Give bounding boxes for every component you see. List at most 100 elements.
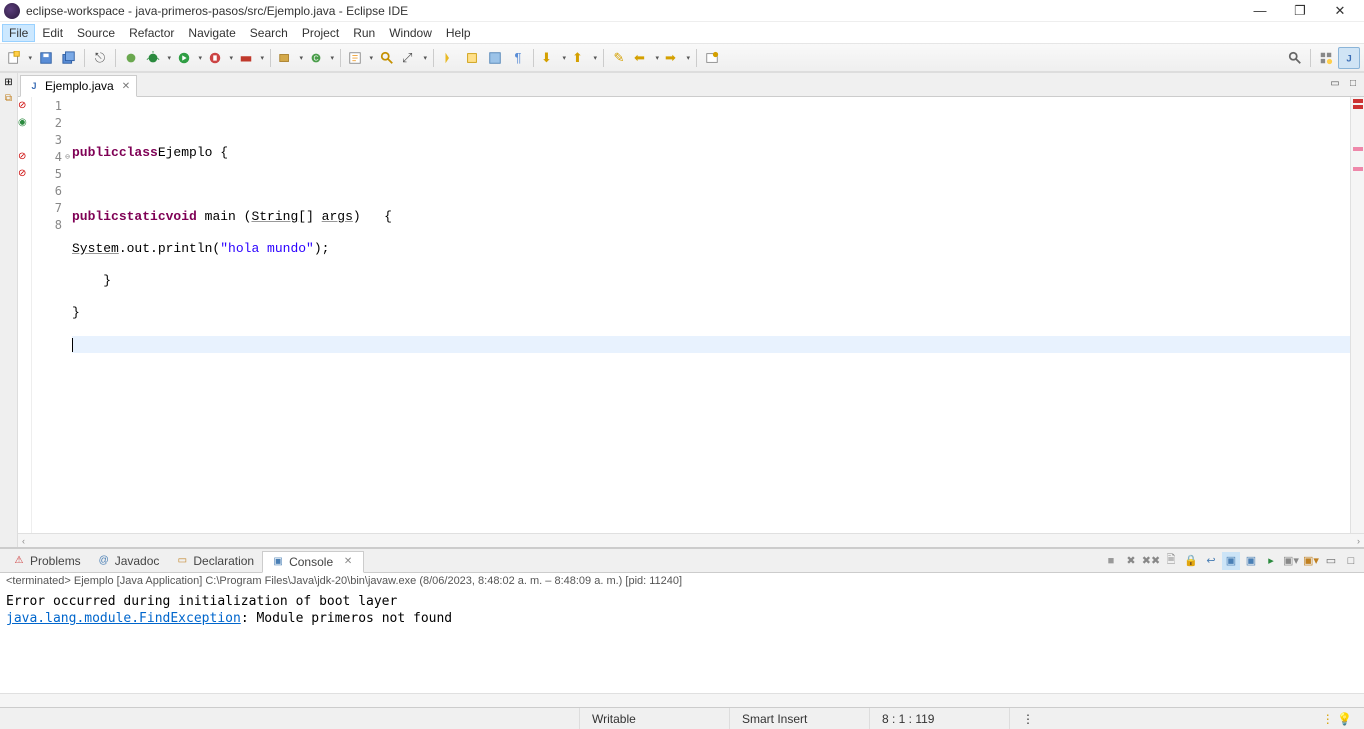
window-title: eclipse-workspace - java-primeros-pasos/… — [26, 4, 408, 18]
annotation-nav-button[interactable]: ⤢ — [399, 47, 429, 69]
close-tab-icon[interactable]: ✕ — [341, 555, 355, 569]
save-button[interactable] — [35, 47, 57, 69]
new-java-class-button[interactable]: C — [306, 47, 336, 69]
debug-button[interactable] — [143, 47, 173, 69]
remove-launch-button[interactable]: ✖ — [1122, 552, 1140, 570]
exception-link[interactable]: java.lang.module.FindException — [6, 611, 241, 626]
text-cursor — [72, 338, 73, 352]
editor-tab-label: Ejemplo.java — [45, 79, 114, 93]
close-button[interactable]: ✕ — [1320, 1, 1360, 21]
open-type-button[interactable] — [345, 47, 375, 69]
toggle-breadcrumb-button[interactable]: ⎋ — [89, 47, 111, 69]
console-toolbar: ■ ✖ ✖✖ 🗎 🔒 ↩ ▣ ▣ ▸ ▣▾ ▣▾ ▭ □ — [1102, 552, 1360, 570]
overview-ruler[interactable] — [1350, 97, 1364, 533]
console-output[interactable]: Error occurred during initialization of … — [0, 591, 1364, 693]
type-name: String — [251, 209, 298, 224]
tab-console[interactable]: ▣ Console ✕ — [262, 551, 364, 573]
menu-source[interactable]: Source — [70, 24, 122, 42]
status-empty: ⋮ — [1010, 708, 1040, 729]
restore-view-icon[interactable]: ⊞ — [2, 75, 16, 89]
editor-body[interactable]: ⊘ ◉ ⊘ ⊘ 1 2 3 4⊖ 5 6 7 8 public class Ej… — [18, 97, 1364, 533]
prev-annotation-button[interactable]: ⬆ — [569, 47, 599, 69]
pin-console-button[interactable]: ▣ — [1242, 552, 1260, 570]
error-marker-icon: ⊘ — [18, 151, 26, 162]
new-console-button[interactable]: ▣▾ — [1302, 552, 1320, 570]
view-minimize-icon[interactable]: ▭ — [1322, 552, 1340, 570]
declaration-icon: ▭ — [175, 554, 189, 568]
new-button[interactable] — [4, 47, 34, 69]
status-insert: Smart Insert — [730, 708, 870, 729]
code-text: ) { — [353, 209, 392, 224]
tab-label: Javadoc — [115, 554, 160, 568]
code-text: main ( — [197, 209, 252, 224]
next-annotation-button[interactable]: ⬇ — [538, 47, 568, 69]
back-button[interactable]: ⬅ — [631, 47, 661, 69]
status-tip-icon[interactable]: ⋮ 💡 — [1310, 708, 1364, 729]
line-number: 3 — [55, 133, 62, 147]
menu-search[interactable]: Search — [243, 24, 295, 42]
menu-project[interactable]: Project — [295, 24, 346, 42]
open-perspective-button[interactable] — [1315, 47, 1337, 69]
menu-navigate[interactable]: Navigate — [181, 24, 242, 42]
scroll-lock-button[interactable]: 🔒 — [1182, 552, 1200, 570]
line-number: 2 — [55, 116, 62, 130]
console-line: java.lang.module.FindException: Module p… — [6, 610, 1358, 627]
new-java-package-button[interactable] — [275, 47, 305, 69]
show-console-button[interactable]: ▣ — [1222, 552, 1240, 570]
close-tab-icon[interactable]: ✕ — [122, 81, 130, 92]
toggle-block-button[interactable] — [461, 47, 483, 69]
remove-all-button[interactable]: ✖✖ — [1142, 552, 1160, 570]
keyword: class — [119, 145, 158, 160]
word-wrap-button[interactable]: ↩ — [1202, 552, 1220, 570]
java-perspective-button[interactable]: J — [1338, 47, 1360, 69]
maximize-button[interactable]: ❐ — [1280, 1, 1320, 21]
tab-label: Problems — [30, 554, 81, 568]
console-header: <terminated> Ejemplo [Java Application] … — [0, 573, 1364, 591]
menu-window[interactable]: Window — [382, 24, 439, 42]
external-tools-button[interactable] — [236, 47, 266, 69]
menu-edit[interactable]: Edit — [35, 24, 70, 42]
package-explorer-icon[interactable]: ⧉ — [2, 91, 16, 105]
toggle-mark-button[interactable] — [438, 47, 460, 69]
menu-help[interactable]: Help — [439, 24, 478, 42]
console-text: : Module primeros not found — [241, 611, 452, 626]
coverage-button[interactable] — [205, 47, 235, 69]
editor-minimize-icon[interactable]: ▭ — [1328, 76, 1342, 90]
access-search-button[interactable] — [1284, 47, 1306, 69]
line-number: 7 — [55, 201, 62, 215]
clear-console-button[interactable]: 🗎 — [1162, 552, 1180, 570]
view-maximize-icon[interactable]: □ — [1342, 552, 1360, 570]
menu-bar: File Edit Source Refactor Navigate Searc… — [0, 22, 1364, 44]
menu-file[interactable]: File — [2, 24, 35, 42]
save-all-button[interactable] — [58, 47, 80, 69]
pin-editor-button[interactable] — [701, 47, 723, 69]
tab-javadoc[interactable]: @ Javadoc — [89, 550, 168, 572]
editor-hscroll[interactable]: ‹› — [18, 533, 1364, 547]
code-content[interactable]: public class Ejemplo { public static voi… — [68, 97, 1350, 533]
main-area: ⊞ ⧉ J Ejemplo.java ✕ ▭ □ ⊘ ◉ ⊘ ⊘ — [0, 72, 1364, 547]
line-number: 5 — [55, 167, 62, 181]
search-button[interactable] — [376, 47, 398, 69]
minimize-button[interactable]: — — [1240, 1, 1280, 21]
last-edit-button[interactable]: ✎ — [608, 47, 630, 69]
menu-refactor[interactable]: Refactor — [122, 24, 181, 42]
tab-problems[interactable]: ⚠ Problems — [4, 550, 89, 572]
skip-breakpoints-button[interactable] — [120, 47, 142, 69]
console-hscroll[interactable] — [0, 693, 1364, 707]
editor-tab-ejemplo[interactable]: J Ejemplo.java ✕ — [20, 75, 137, 97]
show-whitespace-button[interactable]: ¶ — [507, 47, 529, 69]
tab-label: Console — [289, 555, 333, 569]
menu-run[interactable]: Run — [346, 24, 382, 42]
run-button[interactable] — [174, 47, 204, 69]
tab-declaration[interactable]: ▭ Declaration — [167, 550, 262, 572]
console-icon: ▣ — [271, 555, 285, 569]
toggle-word-wrap-button[interactable] — [484, 47, 506, 69]
editor-maximize-icon[interactable]: □ — [1346, 76, 1360, 90]
display-selected-button[interactable]: ▸ — [1262, 552, 1280, 570]
line-number: 1 — [55, 99, 62, 113]
toolbar: ⎋ C ⤢ ¶ ⬇ ⬆ ✎ ⬅ ➡ J — [0, 44, 1364, 72]
open-console-button[interactable]: ▣▾ — [1282, 552, 1300, 570]
terminate-button[interactable]: ■ — [1102, 552, 1120, 570]
forward-button[interactable]: ➡ — [662, 47, 692, 69]
status-writable: Writable — [580, 708, 730, 729]
